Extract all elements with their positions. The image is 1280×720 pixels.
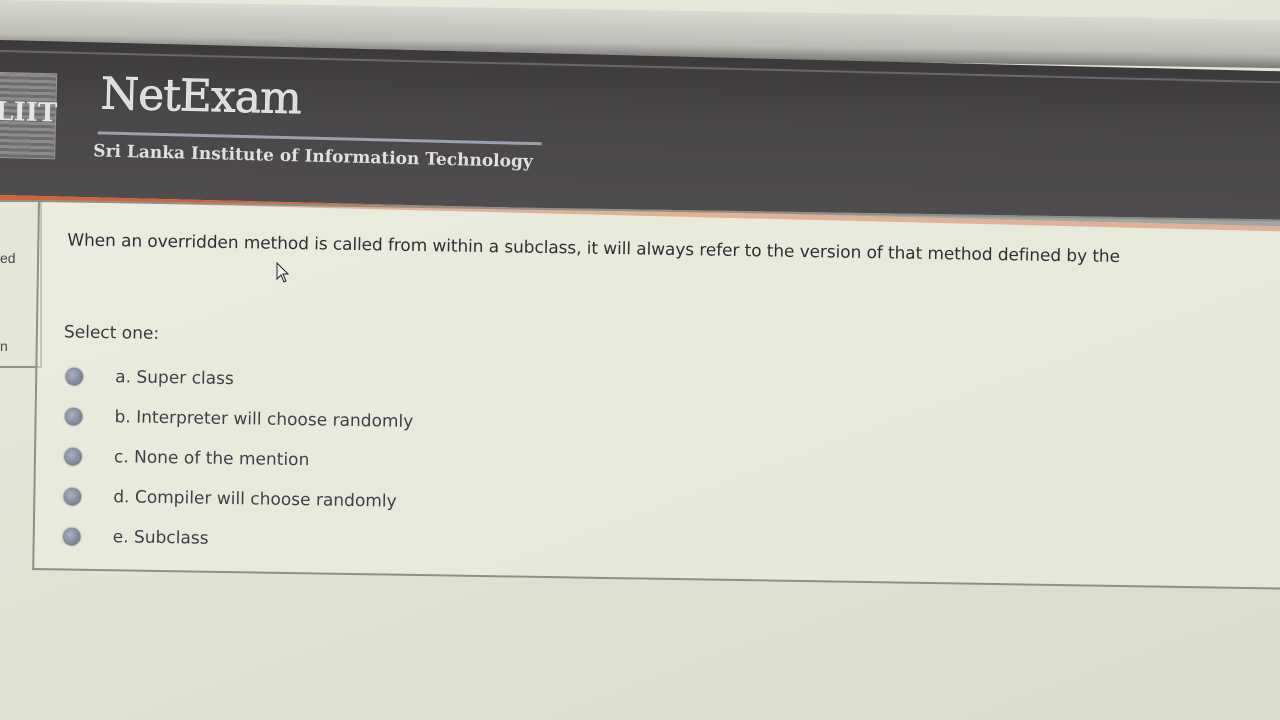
radio-button-icon[interactable] — [64, 407, 83, 426]
answer-option-label[interactable]: d. Compiler will choose randomly — [113, 487, 397, 511]
mouse-pointer-icon — [276, 262, 290, 283]
radio-button-icon[interactable] — [62, 527, 81, 546]
radio-button-icon[interactable] — [63, 487, 82, 506]
logo-text: LIIT — [0, 96, 58, 129]
answer-option-label[interactable]: a. Super class — [115, 367, 234, 389]
question-text: When an overridden method is called from… — [67, 230, 1121, 267]
answer-option-d[interactable]: d. Compiler will choose randomly — [63, 476, 412, 521]
answer-option-b[interactable]: b. Interpreter will choose randomly — [64, 396, 413, 441]
answer-option-label[interactable]: c. None of the mention — [114, 447, 310, 470]
institute-name: Sri Lanka Institute of Information Techn… — [93, 141, 533, 173]
radio-button-icon[interactable] — [65, 367, 84, 386]
answer-option-label[interactable]: b. Interpreter will choose randomly — [114, 407, 413, 432]
brand-title: NetExam — [100, 68, 302, 125]
select-one-label: Select one: — [63, 322, 160, 344]
question-card: When an overridden method is called from… — [32, 200, 1280, 591]
nav-panel-text-1: ed — [0, 250, 16, 266]
answer-options: a. Super class b. Interpreter will choos… — [62, 356, 414, 561]
nav-panel-text-2: n — [0, 338, 8, 354]
answer-option-label[interactable]: e. Subclass — [113, 527, 209, 549]
answer-option-c[interactable]: c. None of the mention — [63, 436, 413, 481]
radio-button-icon[interactable] — [63, 447, 83, 466]
institute-logo: LIIT — [0, 71, 58, 160]
answer-option-a[interactable]: a. Super class — [65, 356, 414, 401]
answer-option-e[interactable]: e. Subclass — [62, 516, 411, 561]
exam-page: LIIT NetExam Sri Lanka Institute of Info… — [0, 0, 1280, 720]
